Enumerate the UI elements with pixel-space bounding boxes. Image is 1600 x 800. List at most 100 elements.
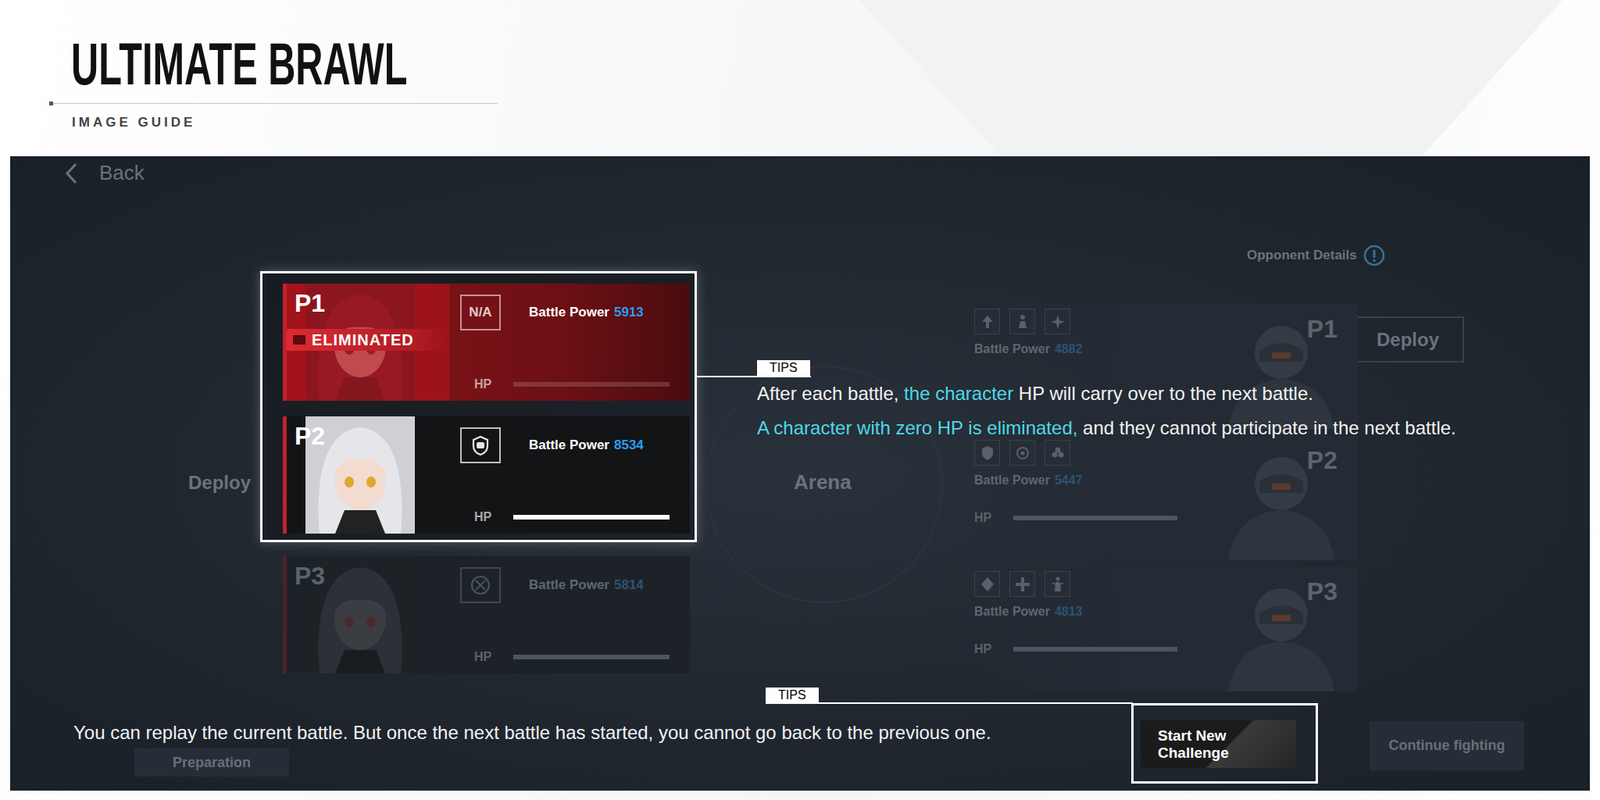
back-button[interactable]: Back: [57, 156, 151, 190]
team-slot[interactable]: P2 Battle Power8534 HP: [282, 416, 690, 534]
chevron-left-icon: [63, 161, 79, 186]
skill-slot: [1044, 571, 1071, 597]
battle-power-label: Battle Power: [528, 577, 610, 593]
battle-power-label: Battle Power: [974, 473, 1050, 487]
slot-top: Battle Power8534: [460, 427, 681, 464]
opponent-details-label[interactable]: Opponent Details: [1246, 247, 1358, 264]
skill-slot: [1009, 439, 1036, 466]
slot-info: Battle Power8534 HP: [449, 416, 690, 534]
hp-fill: [513, 654, 670, 660]
opponent-info: Battle Power4813 HP: [959, 566, 1205, 692]
tip-segment: After each battle,: [757, 382, 904, 404]
slot-top: Battle Power5814: [460, 567, 681, 604]
tip-line: You can replay the current battle. But o…: [73, 720, 992, 746]
hp-label: HP: [974, 510, 992, 525]
skill-slot: [1009, 571, 1036, 597]
slot-label: P3: [294, 562, 325, 590]
tips-label: TIPS: [765, 687, 819, 704]
deploy-button[interactable]: Deploy: [1351, 316, 1465, 363]
skill-badge: [460, 567, 501, 604]
slot-label: P2: [294, 422, 325, 450]
crossed-circle-icon: [468, 573, 493, 597]
battle-power: Battle Power8534: [528, 437, 644, 454]
skill-icon: [978, 443, 997, 463]
hp-row: HP: [974, 510, 1205, 525]
slot-label: P1: [294, 289, 325, 318]
opponent-column: Battle Power4882P1Battle Power5447HPP2Ba…: [959, 303, 1358, 692]
skill-badge: N/A: [460, 294, 501, 331]
slot-label: P3: [1307, 577, 1338, 607]
skill-icon: [978, 312, 997, 332]
title-divider: [49, 103, 498, 104]
battle-power-label: Battle Power: [974, 342, 1050, 356]
skill-icon: [1048, 312, 1068, 332]
divider-dot: [49, 101, 54, 106]
battle-power-value: 5913: [614, 304, 644, 320]
game-screen: BackOpponent DetailsArenaDeployDeployELI…: [10, 156, 1590, 791]
opponent-info: Battle Power5447HP: [959, 435, 1205, 561]
battle-power: Battle Power5814: [528, 577, 644, 593]
hp-fill: [1013, 515, 1178, 521]
battle-power-value: 8534: [614, 437, 644, 453]
battle-power: Battle Power4813: [974, 604, 1205, 619]
battle-power: Battle Power4882: [974, 342, 1205, 357]
continue-fighting-button[interactable]: Continue fighting: [1369, 721, 1525, 771]
hp-track: [1013, 646, 1178, 652]
skill-slot: [1044, 439, 1071, 466]
tip-text: You can replay the current battle. But o…: [73, 720, 992, 746]
hp-fill: [1013, 646, 1178, 652]
skill-icon: [978, 575, 997, 594]
guide-subtitle: IMAGE GUIDE: [71, 114, 196, 131]
hp-row: HP: [460, 510, 681, 525]
start-button-label[interactable]: Start New Challenge: [1157, 727, 1244, 762]
battle-power-value: 5814: [614, 577, 644, 593]
team-slot[interactable]: P3 Battle Power5814 HP: [282, 556, 690, 674]
tip-connector: [765, 702, 1133, 704]
battle-power-label: Battle Power: [974, 604, 1050, 618]
hp-track: [513, 382, 670, 387]
skill-icon: [1013, 575, 1033, 594]
skill-slot: [974, 308, 1000, 335]
preparation-button[interactable]: Preparation: [134, 748, 290, 777]
skill-icons: [974, 308, 1205, 335]
opponent-slot[interactable]: Battle Power5447HPP2: [959, 435, 1358, 561]
opponent-details-button[interactable]: Opponent Details: [1246, 244, 1386, 267]
hp-label: HP: [474, 377, 492, 392]
banner-mark: [292, 335, 306, 345]
character-portrait: ELIMINATEDP1: [286, 283, 450, 401]
highlight-box: ELIMINATEDP1 N/A Battle Power5913 HP P2 Battl…: [260, 271, 697, 543]
deploy-button[interactable]: Deploy: [188, 468, 251, 497]
tip-segment: A character with zero HP is eliminated,: [757, 417, 1078, 439]
hp-track: [1013, 515, 1178, 521]
hp-track: [513, 654, 670, 660]
hp-label: HP: [974, 642, 992, 657]
hp-label: HP: [474, 510, 492, 525]
team-slot[interactable]: ELIMINATEDP1 N/A Battle Power5913 HP: [282, 283, 690, 401]
tip-connector: [696, 375, 811, 378]
header-decoration: [859, 0, 1563, 157]
skill-slot: [1009, 308, 1036, 335]
slot-accent: [282, 416, 287, 534]
opponent-portrait: P2: [1204, 435, 1358, 561]
opponent-slot[interactable]: Battle Power4813 HP P3: [959, 566, 1358, 692]
hp-row: HP: [460, 377, 681, 392]
hp-row: HP: [974, 642, 1205, 657]
tip-line: A character with zero HP is eliminated, …: [757, 410, 1457, 446]
back-label[interactable]: Back: [99, 160, 145, 186]
tip-segment: HP will carry over to the next battle.: [1013, 382, 1314, 404]
opponent-portrait: P1: [1204, 303, 1358, 429]
character-portrait: P2: [286, 416, 450, 534]
tip-text: After each battle, the character HP will…: [757, 376, 1457, 446]
tip-line: After each battle, the character HP will…: [757, 376, 1457, 411]
opponent-portrait: P3: [1204, 566, 1358, 692]
opponent-slot[interactable]: Battle Power4882 P1: [959, 303, 1358, 429]
battle-power: Battle Power5913: [528, 304, 644, 321]
tip-segment: and they cannot participate in the next …: [1077, 417, 1456, 439]
skill-icon: [1013, 312, 1033, 332]
hp-label: HP: [474, 650, 492, 665]
start-new-challenge-button[interactable]: Start New Challenge: [1140, 720, 1297, 768]
character-portrait: P3: [286, 556, 450, 674]
slot-info: N/A Battle Power5913 HP: [449, 283, 690, 401]
skill-icon: [1048, 575, 1068, 594]
slot-label: P1: [1307, 314, 1338, 344]
